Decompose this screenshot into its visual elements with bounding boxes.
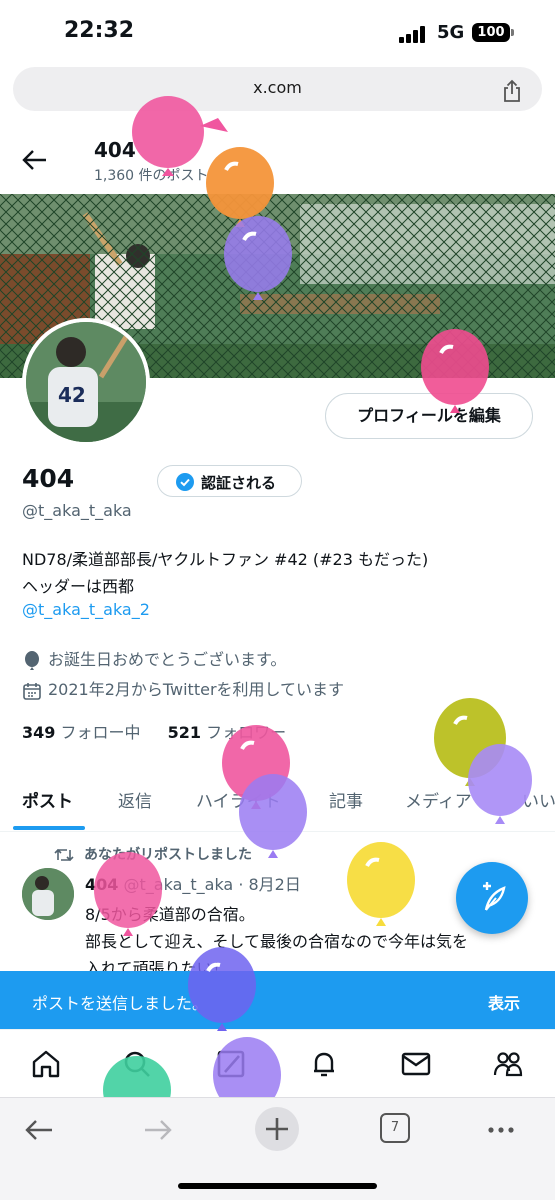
post-text-line-2: 部長として迎え、そして最後の合宿なので今年は気を bbox=[85, 932, 469, 951]
bio-link[interactable]: @t_aka_t_aka_2 bbox=[22, 600, 150, 619]
header-post-count: 1,360 件のポスト bbox=[94, 168, 209, 184]
get-verified-label: 認証される bbox=[201, 474, 277, 492]
profile-name: 404 bbox=[22, 464, 75, 493]
bottom-nav bbox=[0, 1029, 555, 1097]
post-avatar[interactable] bbox=[22, 868, 74, 920]
profile-handle: @t_aka_t_aka bbox=[22, 501, 132, 520]
profile-avatar[interactable]: 42 bbox=[22, 318, 150, 446]
joined-row: 2021年2月からTwitterを利用しています bbox=[22, 676, 344, 701]
back-arrow-icon[interactable] bbox=[22, 148, 48, 172]
grok-icon[interactable] bbox=[215, 1048, 247, 1080]
edit-profile-button[interactable]: プロフィールを編集 bbox=[325, 393, 533, 439]
home-icon[interactable] bbox=[30, 1048, 62, 1080]
post-text-line-1: 8/5から柔道部の合宿。 bbox=[85, 905, 255, 924]
url-text: x.com bbox=[253, 78, 302, 97]
followers-label: フォロワー bbox=[206, 723, 287, 742]
new-tab-icon[interactable] bbox=[255, 1107, 299, 1151]
forward-arrow-icon[interactable] bbox=[141, 1113, 175, 1147]
battery-icon: 100 bbox=[472, 23, 510, 42]
post-meta: @t_aka_t_aka · 8月2日 bbox=[123, 875, 301, 894]
toast-message: ポストを送信しました。 bbox=[32, 994, 209, 1013]
header-name: 404 bbox=[94, 138, 136, 162]
followers-count: 521 bbox=[167, 723, 202, 742]
compose-post-button[interactable] bbox=[456, 862, 528, 934]
repost-indicator: あなたがリポストしました bbox=[54, 844, 252, 864]
more-icon[interactable] bbox=[484, 1113, 518, 1147]
followers-link[interactable]: 521 フォロワー bbox=[168, 723, 309, 742]
search-icon[interactable] bbox=[121, 1048, 153, 1080]
tab-replies[interactable]: 返信 bbox=[118, 787, 152, 812]
home-indicator bbox=[178, 1183, 377, 1189]
tab-likes[interactable]: いいね bbox=[522, 787, 555, 812]
communities-icon[interactable] bbox=[492, 1048, 524, 1080]
bio-line-1: ND78/柔道部部長/ヤクルトファン #42 (#23 もだった) bbox=[22, 550, 429, 569]
battery-tip bbox=[511, 29, 514, 36]
follow-stats: 349 フォロー中 521 フォロワー bbox=[22, 719, 308, 743]
post-header: 404 @t_aka_t_aka · 8月2日 bbox=[85, 871, 301, 895]
status-time: 22:32 bbox=[64, 18, 135, 43]
feather-plus-icon bbox=[483, 882, 506, 911]
joined-text: 2021年2月からTwitterを利用しています bbox=[48, 680, 345, 699]
active-tab-indicator bbox=[13, 826, 85, 830]
birthday-text: お誕生日おめでとうございます。 bbox=[48, 650, 287, 669]
toast-view-button[interactable]: 表示 bbox=[488, 990, 520, 1014]
toast-banner: ポストを送信しました。 表示 bbox=[0, 971, 555, 1029]
bio-line-2: ヘッダーは西都 bbox=[22, 577, 135, 596]
profile-tabs: ポスト 返信 ハイライト 記事 メディア いいね bbox=[0, 772, 555, 832]
get-verified-button[interactable]: 認証される bbox=[157, 465, 302, 497]
repost-icon bbox=[54, 848, 74, 862]
status-bar: 22:32 5G 100 bbox=[0, 0, 555, 64]
back-arrow-icon[interactable] bbox=[22, 1113, 56, 1147]
balloon-icon bbox=[25, 650, 39, 670]
tab-media[interactable]: メディア bbox=[405, 787, 472, 812]
verified-badge-icon bbox=[176, 473, 194, 491]
share-icon[interactable] bbox=[500, 79, 524, 103]
post-author[interactable]: 404 bbox=[85, 875, 118, 894]
tabs-icon[interactable]: 7 bbox=[380, 1113, 410, 1143]
messages-icon[interactable] bbox=[400, 1048, 432, 1080]
repost-label: あなたがリポストしました bbox=[84, 847, 252, 863]
network-label: 5G bbox=[437, 22, 465, 43]
following-count: 349 bbox=[22, 723, 56, 742]
following-link[interactable]: 349 フォロー中 bbox=[22, 723, 163, 742]
tab-posts[interactable]: ポスト bbox=[22, 787, 73, 812]
following-label: フォロー中 bbox=[60, 723, 141, 742]
svg-text:42: 42 bbox=[58, 383, 86, 407]
tab-highlights[interactable]: ハイライト bbox=[196, 787, 281, 812]
url-bar[interactable]: x.com bbox=[13, 67, 542, 111]
notifications-icon[interactable] bbox=[308, 1048, 340, 1080]
signal-icon bbox=[399, 25, 429, 43]
birthday-row: お誕生日おめでとうございます。 bbox=[22, 646, 286, 671]
tab-articles[interactable]: 記事 bbox=[329, 787, 363, 812]
calendar-icon bbox=[23, 682, 41, 700]
balloon bbox=[347, 842, 415, 926]
